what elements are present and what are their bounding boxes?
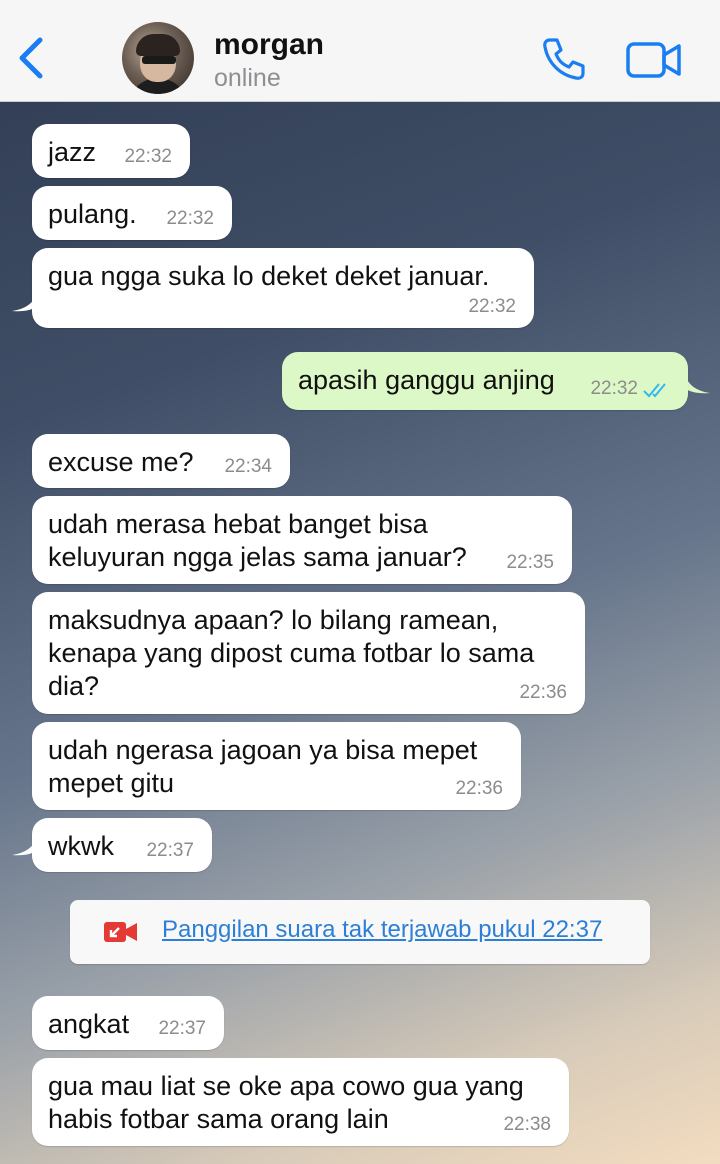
- message-bubble-incoming[interactable]: udah ngerasa jagoan ya bisa mepet mepet …: [32, 722, 521, 810]
- contact-status: online: [214, 64, 281, 92]
- message-time: 22:32: [468, 296, 516, 317]
- message-bubble-incoming[interactable]: udah merasa hebat banget bisa keluyuran …: [32, 496, 572, 584]
- message-bubble-incoming[interactable]: maksudnya apaan? lo bilang ramean, kenap…: [32, 592, 585, 714]
- phone-call-icon[interactable]: [540, 36, 586, 82]
- contact-avatar[interactable]: [122, 22, 194, 94]
- message-text: excuse me?: [48, 447, 194, 477]
- message-text: udah ngerasa jagoan ya bisa mepet mepet …: [48, 735, 478, 798]
- message-bubble-incoming[interactable]: jazz 22:32: [32, 124, 190, 178]
- message-time: 22:32: [166, 208, 214, 229]
- message-time: 22:32: [590, 378, 638, 399]
- chat-header: morgan online: [0, 0, 720, 102]
- message-time: 22:34: [224, 456, 272, 477]
- message-text: gua mau liat se oke apa cowo gua yang ha…: [48, 1071, 524, 1134]
- message-text: udah merasa hebat banget bisa keluyuran …: [48, 509, 467, 572]
- message-text: wkwk: [48, 831, 114, 861]
- message-bubble-incoming[interactable]: pulang. 22:32: [32, 186, 232, 240]
- back-arrow-icon[interactable]: [14, 34, 50, 82]
- message-text: gua ngga suka lo deket deket januar.: [48, 261, 490, 291]
- message-bubble-incoming[interactable]: angkat 22:37: [32, 996, 224, 1050]
- missed-video-call-icon: [104, 922, 137, 942]
- message-time: 22:38: [503, 1114, 551, 1135]
- missed-call-notice[interactable]: Panggilan suara tak terjawab pukul 22:37: [70, 900, 650, 964]
- missed-call-label[interactable]: Panggilan suara tak terjawab pukul 22:37: [162, 916, 602, 944]
- message-text: angkat: [48, 1009, 130, 1039]
- read-receipt-icon: [643, 383, 666, 398]
- message-bubble-incoming[interactable]: excuse me? 22:34: [32, 434, 290, 488]
- message-bubble-incoming[interactable]: wkwk 22:37: [32, 818, 212, 872]
- message-text: pulang.: [48, 199, 137, 229]
- message-time: 22:35: [506, 552, 554, 573]
- message-text: apasih ganggu anjing: [298, 365, 555, 395]
- message-time: 22:36: [455, 778, 503, 799]
- contact-name[interactable]: morgan: [214, 28, 324, 62]
- message-text: jazz: [48, 137, 97, 167]
- message-bubble-outgoing[interactable]: apasih ganggu anjing 22:32: [282, 352, 688, 410]
- message-text: maksudnya apaan? lo bilang ramean, kenap…: [48, 605, 535, 701]
- message-bubble-incoming[interactable]: gua mau liat se oke apa cowo gua yang ha…: [32, 1058, 569, 1146]
- message-bubble-incoming[interactable]: gua ngga suka lo deket deket januar. 22:…: [32, 248, 534, 328]
- message-time: 22:37: [158, 1018, 206, 1039]
- message-time: 22:32: [124, 146, 172, 167]
- message-time: 22:36: [519, 682, 567, 703]
- message-time: 22:37: [146, 840, 194, 861]
- video-call-icon[interactable]: [626, 40, 682, 80]
